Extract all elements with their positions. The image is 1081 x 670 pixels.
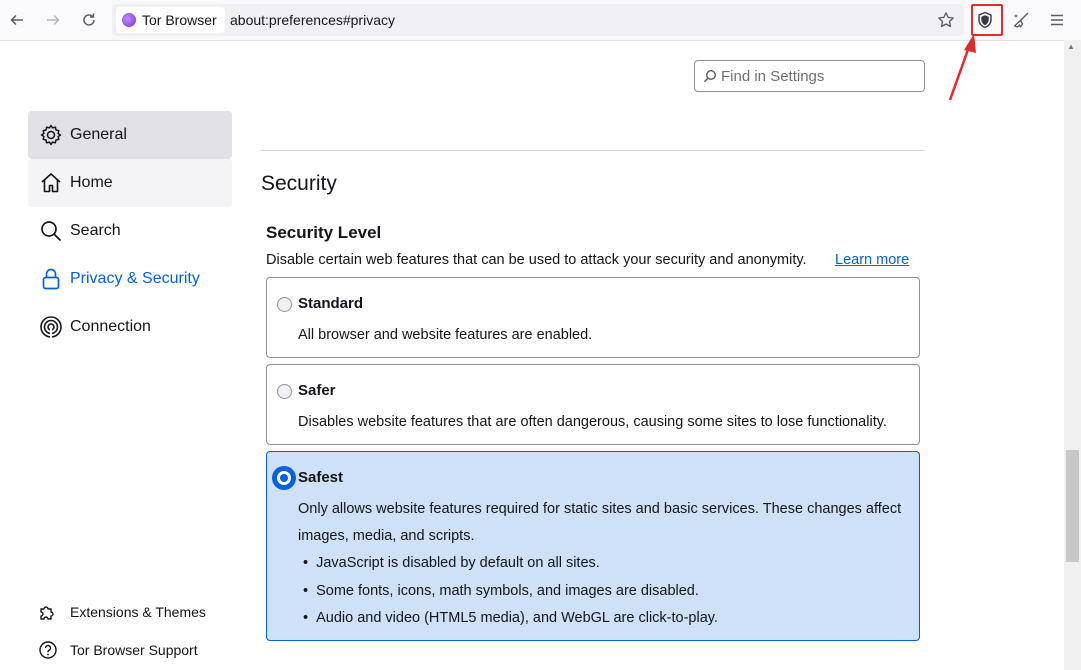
- sidebar-item-label: Connection: [70, 318, 151, 335]
- sidebar-item-label: Home: [70, 174, 113, 191]
- annotation-arrow-icon: [948, 34, 976, 101]
- new-identity-button[interactable]: [1009, 8, 1033, 32]
- option-description: Disables website features that are often…: [298, 414, 887, 430]
- home-icon: [38, 170, 64, 196]
- find-in-settings-input[interactable]: Find in Settings: [694, 60, 925, 92]
- scrollbar-thumb[interactable]: [1066, 450, 1079, 562]
- url-text[interactable]: about:preferences#privacy: [230, 12, 395, 28]
- sidebar-item-connection[interactable]: Connection: [28, 303, 232, 351]
- sidebar-item-privacy-security[interactable]: Privacy & Security: [28, 255, 232, 303]
- option-description: All browser and website features are ena…: [298, 327, 593, 343]
- standard-radio[interactable]: [277, 297, 292, 312]
- find-placeholder: Find in Settings: [721, 67, 825, 85]
- option-title: Standard: [298, 295, 364, 312]
- option-title: Safest: [298, 469, 344, 486]
- browser-toolbar: Tor Browser about:preferences#privacy: [0, 0, 1081, 41]
- url-bar[interactable]: Tor Browser about:preferences#privacy: [112, 4, 964, 36]
- search-icon: [38, 218, 64, 244]
- lock-icon: [38, 266, 64, 292]
- list-item: Some fonts, icons, math symbols, and ima…: [303, 583, 699, 599]
- gear-icon: [38, 122, 64, 148]
- learn-more-link[interactable]: Learn more: [835, 252, 909, 268]
- sidebar-item-label: Privacy & Security: [70, 270, 200, 287]
- app-menu-button[interactable]: [1045, 8, 1069, 32]
- reload-icon: [83, 13, 95, 26]
- extensions-themes-link[interactable]: Extensions & Themes: [38, 602, 206, 622]
- help-icon: [39, 641, 57, 659]
- list-item: Audio and video (HTML5 media), and WebGL…: [303, 610, 718, 626]
- reload-button[interactable]: [77, 8, 101, 32]
- scroll-up-arrow-icon[interactable]: ▲: [1067, 42, 1075, 51]
- security-option-safest[interactable]: Safest Only allows website features requ…: [266, 451, 920, 641]
- back-button[interactable]: [5, 8, 29, 32]
- security-level-description: Disable certain web features that can be…: [266, 252, 807, 268]
- arrow-left-icon: [10, 14, 23, 26]
- identity-label: Tor Browser: [142, 12, 217, 28]
- tor-browser-support-link[interactable]: Tor Browser Support: [38, 640, 198, 660]
- arrow-right-icon: [47, 14, 60, 26]
- section-divider: [261, 150, 925, 151]
- page-scrollbar[interactable]: [1064, 40, 1081, 670]
- security-level-heading: Security Level: [266, 223, 382, 242]
- sidebar-item-label: General: [70, 126, 127, 143]
- puzzle-icon: [40, 606, 54, 620]
- star-icon: [938, 12, 954, 28]
- hamburger-menu-icon: [1051, 14, 1063, 26]
- security-option-standard[interactable]: Standard All browser and website feature…: [266, 277, 920, 358]
- sidebar-item-home[interactable]: Home: [28, 159, 232, 207]
- option-title: Safer: [298, 382, 336, 399]
- security-option-safer[interactable]: Safer Disables website features that are…: [266, 364, 920, 445]
- identity-box[interactable]: Tor Browser: [116, 7, 225, 33]
- section-title: Security: [261, 172, 337, 195]
- safer-radio[interactable]: [277, 384, 292, 399]
- sidebar-item-general[interactable]: General: [28, 111, 232, 159]
- forward-button[interactable]: [41, 8, 65, 32]
- list-item: JavaScript is disabled by default on all…: [303, 555, 600, 571]
- tor-browser-support-label: Tor Browser Support: [70, 642, 198, 658]
- sidebar-item-search[interactable]: Search: [28, 207, 232, 255]
- sidebar-item-label: Search: [70, 222, 121, 239]
- extensions-themes-label: Extensions & Themes: [70, 604, 206, 620]
- search-icon: [703, 69, 717, 83]
- safest-radio[interactable]: [274, 468, 294, 488]
- broom-icon: [1013, 12, 1029, 28]
- tor-logo-icon: [122, 13, 136, 27]
- option-description: Only allows website features required fo…: [298, 501, 902, 544]
- onion-icon: [38, 314, 64, 340]
